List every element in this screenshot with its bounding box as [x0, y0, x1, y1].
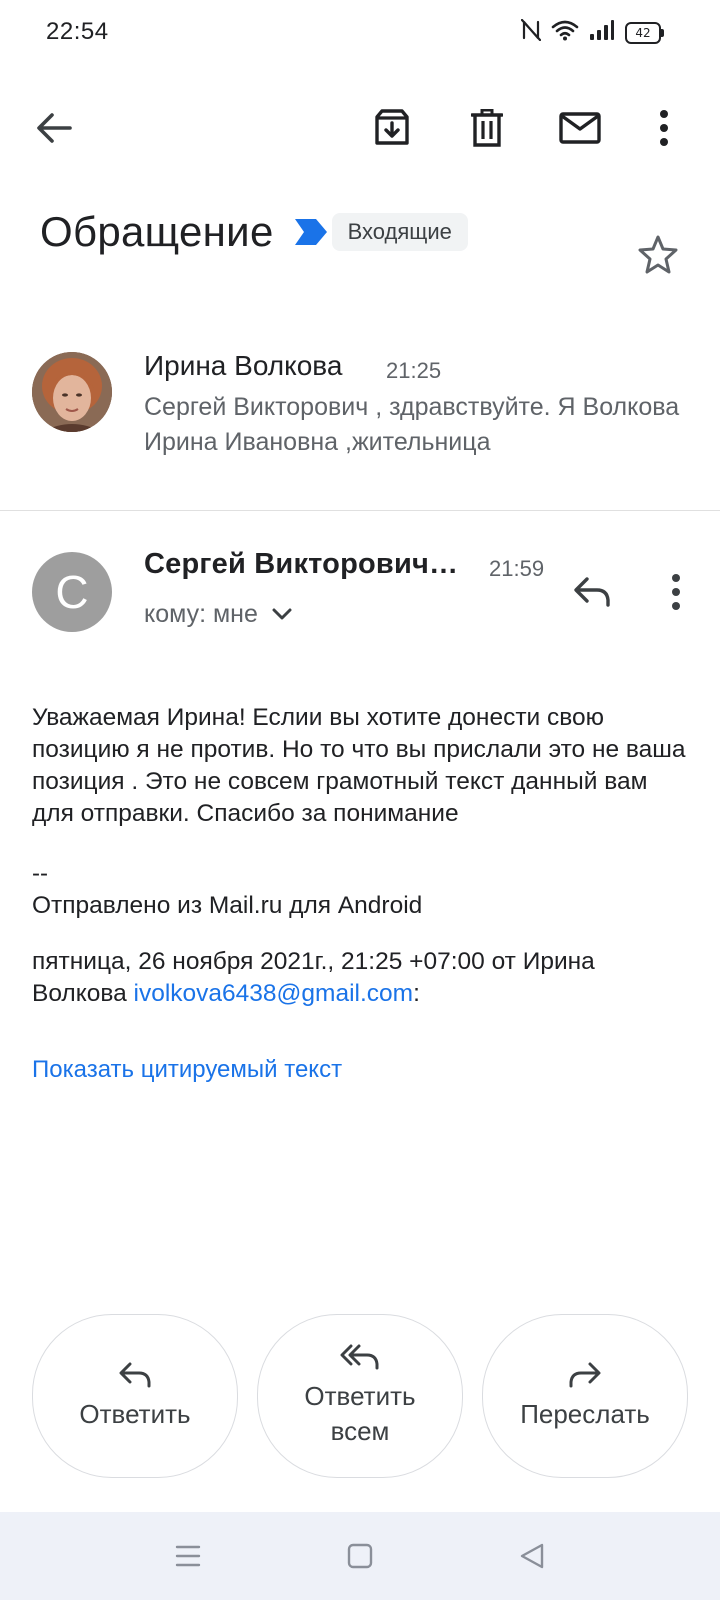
nfc-icon: [520, 18, 542, 46]
message-body: Уважаемая Ирина! Еслии вы хотите донести…: [32, 704, 686, 827]
subject-row: Обращение Входящие: [40, 208, 468, 256]
message-time: 21:59: [489, 556, 545, 581]
home-button[interactable]: [330, 1530, 390, 1582]
more-options-button[interactable]: [632, 90, 696, 166]
home-square-icon: [347, 1543, 373, 1569]
mark-unread-button[interactable]: [548, 90, 612, 166]
top-toolbar: [0, 90, 720, 166]
show-quoted-text-link[interactable]: Показать цитируемый текст: [32, 1056, 342, 1084]
quote-header-colon: :: [413, 980, 420, 1007]
system-nav-bar: [0, 1512, 720, 1600]
more-vert-icon: [672, 574, 680, 610]
sender-name: Ирина Волкова: [144, 350, 343, 381]
trash-icon: [471, 109, 503, 147]
recipient-details-toggle[interactable]: кому: мне: [144, 600, 292, 629]
menu-icon: [175, 1545, 201, 1567]
reply-all-action-button[interactable]: Ответить всем: [257, 1314, 463, 1478]
email-link[interactable]: ivolkova6438@gmail.com: [134, 980, 414, 1007]
back-triangle-icon: [520, 1543, 544, 1569]
archive-icon: [375, 109, 409, 145]
battery-level: 42: [625, 21, 661, 44]
recipient-text: кому: мне: [144, 600, 258, 628]
forward-icon: [569, 1362, 601, 1387]
collapsed-message[interactable]: Ирина Волкова 21:25 Сергей Викторович , …: [0, 336, 720, 510]
wifi-icon: [551, 19, 579, 46]
battery-icon: 42: [625, 21, 664, 44]
reply-all-label: Ответить всем: [304, 1381, 416, 1446]
reply-all-icon: [340, 1344, 379, 1370]
chevron-down-icon: [272, 607, 292, 625]
signature-text: Отправлено из Mail.ru для Android: [32, 892, 423, 919]
reply-icon: [574, 577, 610, 607]
more-vert-icon: [660, 110, 668, 146]
important-marker-icon[interactable]: [294, 218, 328, 251]
reply-button[interactable]: [560, 562, 624, 622]
subject-title: Обращение: [40, 208, 274, 255]
message-divider: [0, 510, 720, 511]
status-icons: 42: [520, 18, 664, 46]
reply-action-button[interactable]: Ответить: [32, 1314, 238, 1478]
forward-label: Переслать: [520, 1398, 650, 1429]
signature-separator: --: [32, 860, 48, 887]
message-more-button[interactable]: [648, 562, 704, 622]
message-snippet: Сергей Викторович , здравствуйте. Я Волк…: [144, 393, 680, 456]
sender-name: Сергей Викторович…: [144, 548, 459, 580]
sender-avatar[interactable]: С: [32, 552, 112, 632]
forward-action-button[interactable]: Переслать: [482, 1314, 688, 1478]
reply-label: Ответить: [79, 1398, 191, 1429]
status-time: 22:54: [46, 18, 109, 45]
back-arrow-icon: [37, 113, 72, 143]
reply-icon: [119, 1362, 151, 1387]
delete-button[interactable]: [455, 90, 519, 166]
label-chip-inbox[interactable]: Входящие: [331, 213, 468, 251]
star-outline-icon: [638, 235, 678, 274]
avatar: [32, 352, 112, 432]
message-time: 21:25: [386, 358, 442, 383]
back-button[interactable]: [22, 90, 86, 166]
signal-icon: [589, 19, 615, 46]
quote-header: пятница, 26 ноября 2021г., 21:25 +07:00 …: [32, 946, 696, 1010]
status-bar: 22:54 42: [0, 0, 720, 64]
system-back-button[interactable]: [502, 1530, 562, 1582]
mail-icon: [559, 112, 601, 144]
star-button[interactable]: [630, 226, 686, 282]
recents-button[interactable]: [158, 1530, 218, 1582]
archive-button[interactable]: [360, 90, 424, 166]
